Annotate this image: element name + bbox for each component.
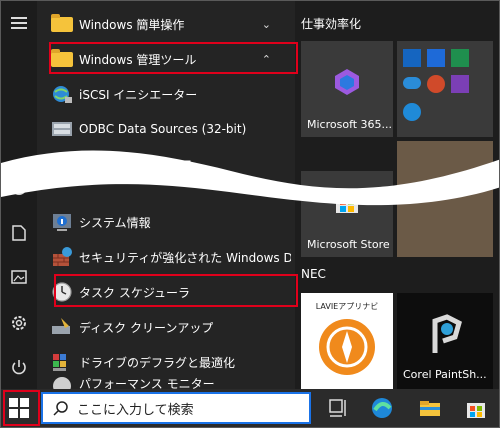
- highlight-box-start-button: [3, 390, 40, 426]
- tile-label: Corel PaintSh...: [403, 368, 487, 381]
- search-icon: [53, 401, 68, 416]
- list-item-label: システム情報: [79, 215, 151, 230]
- tile-microsoft365[interactable]: Microsoft 365...: [301, 41, 393, 137]
- tile-office-group[interactable]: [397, 41, 493, 137]
- start-menu-screenshot: Windows 簡単操作 ⌄ Windows 管理ツール ⌃ iSCSI イニシ…: [0, 0, 500, 428]
- torn-edge-divider: [1, 150, 499, 206]
- left-rail: [1, 1, 37, 427]
- odbc-icon: [51, 118, 73, 140]
- list-item-label: iSCSI イニシエーター: [79, 87, 198, 102]
- lavie-compass-icon: [319, 319, 375, 375]
- power-icon[interactable]: [9, 357, 29, 377]
- onenote-icon: [451, 75, 469, 93]
- edge-browser-icon[interactable]: [371, 397, 393, 419]
- list-item-windows-defender-firewall[interactable]: セキュリティが強化された Windows Def…: [51, 242, 291, 272]
- chevron-down-icon[interactable]: ⌄: [262, 18, 271, 31]
- powerpoint-icon: [427, 75, 445, 93]
- file-explorer-icon[interactable]: [419, 397, 441, 419]
- tile-corel-paintshop[interactable]: Corel PaintSh...: [397, 293, 493, 389]
- highlight-box-admin-tools: [49, 42, 298, 74]
- outlook-icon: [403, 49, 421, 67]
- disk-cleanup-icon: [51, 316, 73, 338]
- list-item-label: ODBC Data Sources (32-bit): [79, 122, 247, 136]
- list-item-disk-cleanup[interactable]: ディスク クリーンアップ: [51, 312, 291, 342]
- system-info-icon: [51, 211, 73, 233]
- microsoft-store-taskbar-icon[interactable]: [465, 397, 487, 419]
- list-item-odbc-32[interactable]: ODBC Data Sources (32-bit): [51, 114, 291, 144]
- list-item-label: パフォーマンス モニター: [79, 377, 215, 389]
- onedrive-icon: [403, 77, 421, 89]
- pictures-icon[interactable]: [9, 267, 29, 287]
- list-item-label: セキュリティが強化された Windows Def…: [79, 250, 291, 265]
- tile-label: Microsoft 365...: [307, 118, 393, 131]
- firewall-icon: [51, 246, 73, 268]
- group-title-nec: NEC: [301, 267, 326, 281]
- list-item-performance-monitor[interactable]: パフォーマンス モニター: [51, 375, 291, 389]
- hamburger-menu-icon[interactable]: [9, 13, 29, 33]
- taskbar: ここに入力して検索: [1, 389, 499, 427]
- list-item-windows-easy-access[interactable]: Windows 簡単操作 ⌄: [51, 9, 291, 39]
- task-view-icon[interactable]: [327, 397, 349, 419]
- list-item-iscsi[interactable]: iSCSI イニシエーター: [51, 79, 291, 109]
- iscsi-globe-icon: [51, 83, 73, 105]
- word-icon: [427, 49, 445, 67]
- list-item-label: ドライブのデフラグと最適化: [79, 355, 236, 370]
- folder-icon: [51, 13, 73, 35]
- list-item-defrag[interactable]: ドライブのデフラグと最適化: [51, 347, 291, 377]
- defrag-icon: [51, 351, 73, 373]
- list-item-label: Windows 簡単操作: [79, 17, 185, 32]
- skype-icon: [403, 103, 421, 121]
- excel-icon: [451, 49, 469, 67]
- taskbar-search-box[interactable]: ここに入力して検索: [41, 392, 311, 424]
- corel-icon: [432, 314, 462, 353]
- list-item-label: ディスク クリーンアップ: [79, 320, 214, 335]
- group-title-productivity: 仕事効率化: [301, 17, 362, 31]
- tile-label: LAVIEアプリナビ: [315, 302, 379, 311]
- documents-icon[interactable]: [9, 223, 29, 243]
- tile-label: Microsoft Store: [307, 238, 390, 251]
- search-placeholder: ここに入力して検索: [77, 402, 194, 418]
- settings-gear-icon[interactable]: [9, 313, 29, 333]
- tile-lavie-app-navi[interactable]: LAVIEアプリナビ: [301, 293, 393, 389]
- highlight-box-task-scheduler: [54, 274, 298, 307]
- microsoft365-icon: [335, 69, 359, 95]
- perfmon-icon: [51, 375, 73, 389]
